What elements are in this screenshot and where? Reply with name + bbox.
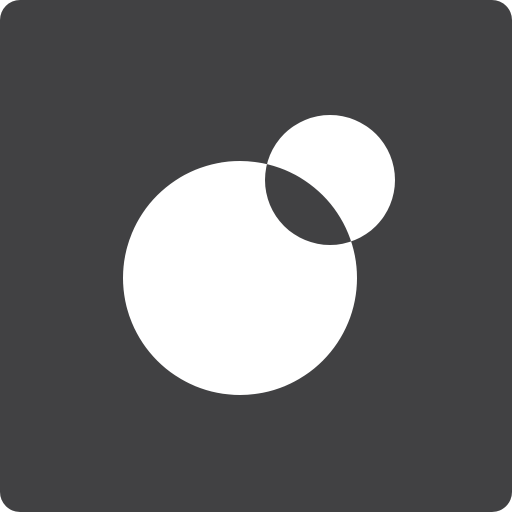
app-icon: [0, 0, 512, 512]
